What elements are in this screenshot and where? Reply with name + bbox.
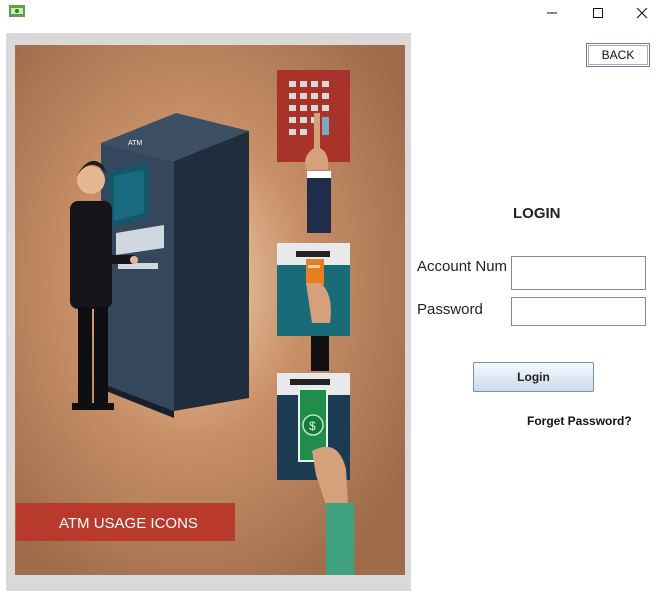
account-num-label: Account Num (417, 258, 508, 275)
svg-text:$: $ (309, 419, 316, 433)
login-button[interactable]: Login (473, 362, 594, 392)
forget-password-link[interactable]: Forget Password? (527, 414, 632, 428)
account-num-input[interactable] (511, 256, 646, 290)
back-button[interactable]: BACK (586, 43, 650, 67)
banner-text: ATM USAGE ICONS (59, 515, 198, 532)
minimize-button[interactable] (530, 0, 574, 26)
atm-usage-illustration: ATM $ ATM USAGE ICONS (6, 33, 411, 591)
maximize-button[interactable] (576, 0, 620, 26)
maximize-icon (593, 8, 603, 18)
login-title: LOGIN (513, 205, 561, 222)
password-label: Password (417, 301, 483, 318)
app-icon (9, 5, 25, 17)
password-input[interactable] (511, 297, 646, 326)
close-button[interactable] (620, 0, 663, 26)
title-bar (0, 0, 663, 26)
minimize-icon (547, 12, 557, 14)
close-icon (636, 7, 648, 19)
atm-label: ATM (128, 140, 142, 147)
